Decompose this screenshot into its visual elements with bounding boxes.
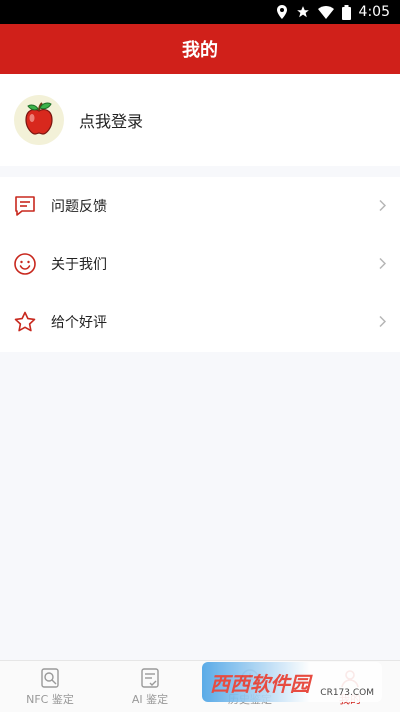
watermark-text: 西西软件园 [210, 671, 310, 696]
login-panel[interactable]: 点我登录 [0, 74, 400, 166]
star-outline-icon [12, 309, 38, 335]
app-bar: 我的 [0, 24, 400, 74]
tab-ai[interactable]: AI 鉴定 [100, 661, 200, 712]
login-label[interactable]: 点我登录 [79, 108, 143, 132]
menu-item-about[interactable]: 关于我们 [0, 235, 400, 293]
chevron-right-icon [378, 313, 387, 332]
feedback-icon [12, 193, 38, 219]
watermark-logo: 西西软件园 CR173.COM [202, 662, 382, 702]
nfc-scan-icon [39, 667, 61, 689]
apple-icon [19, 98, 59, 142]
menu-item-label: 关于我们 [51, 257, 107, 273]
avatar[interactable] [14, 95, 64, 145]
chevron-right-icon [378, 255, 387, 274]
status-bar: 4:05 [0, 0, 400, 24]
menu-item-feedback[interactable]: 问题反馈 [0, 177, 400, 235]
menu-item-label: 问题反馈 [51, 199, 107, 215]
menu-item-rate[interactable]: 给个好评 [0, 293, 400, 351]
smile-icon [12, 251, 38, 277]
watermark-subtext: CR173.COM [320, 688, 374, 698]
ai-doc-icon [139, 667, 161, 689]
tab-nfc[interactable]: NFC 鉴定 [0, 661, 100, 712]
tab-label: NFC 鉴定 [26, 692, 74, 706]
settings-menu: 问题反馈 关于我们 给个好评 [0, 177, 400, 352]
tab-label: AI 鉴定 [131, 692, 169, 706]
chevron-right-icon [378, 197, 387, 216]
star-icon [296, 5, 310, 19]
page-title: 我的 [182, 40, 218, 61]
menu-item-label: 给个好评 [51, 315, 107, 331]
location-icon [276, 5, 288, 19]
wifi-icon [317, 5, 334, 19]
status-time: 4:05 [358, 4, 390, 20]
battery-icon [341, 4, 351, 20]
